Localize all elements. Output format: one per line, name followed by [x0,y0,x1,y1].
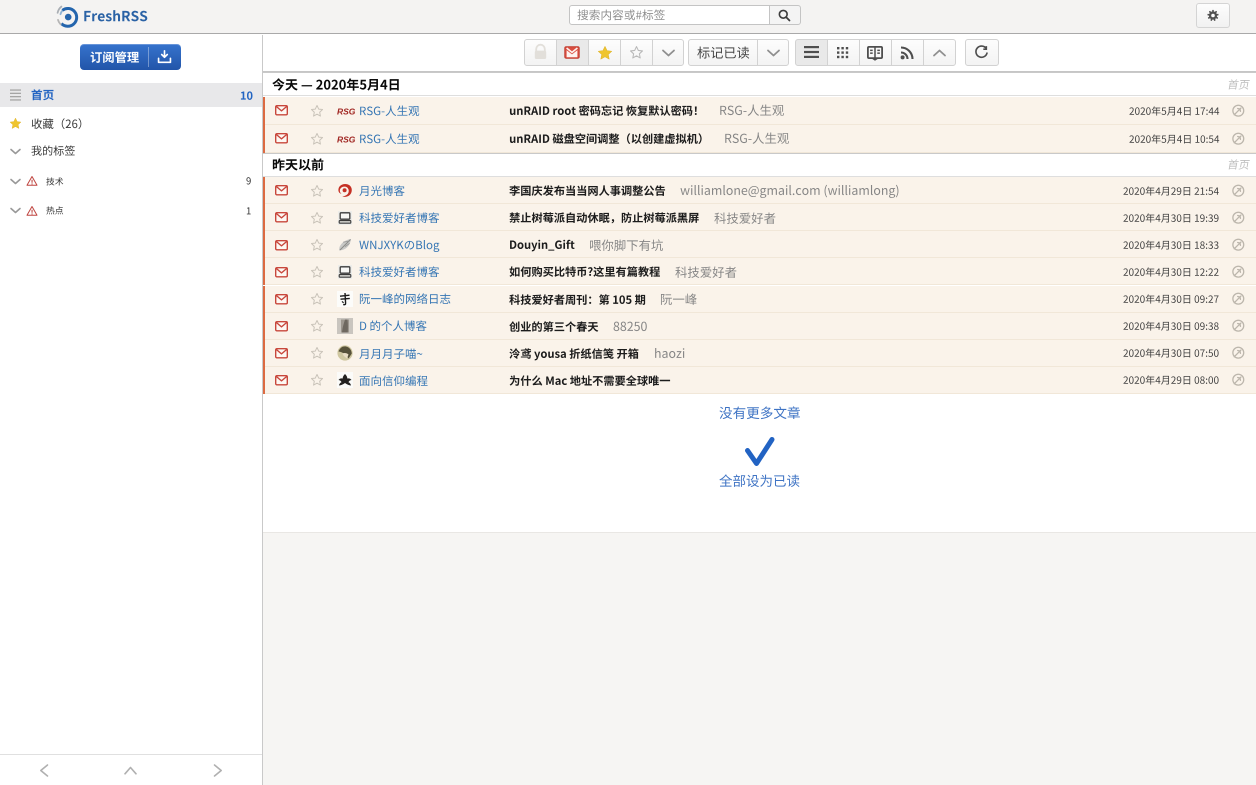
svg-text:RSG: RSG [337,106,356,116]
svg-text:RSG: RSG [337,134,356,144]
